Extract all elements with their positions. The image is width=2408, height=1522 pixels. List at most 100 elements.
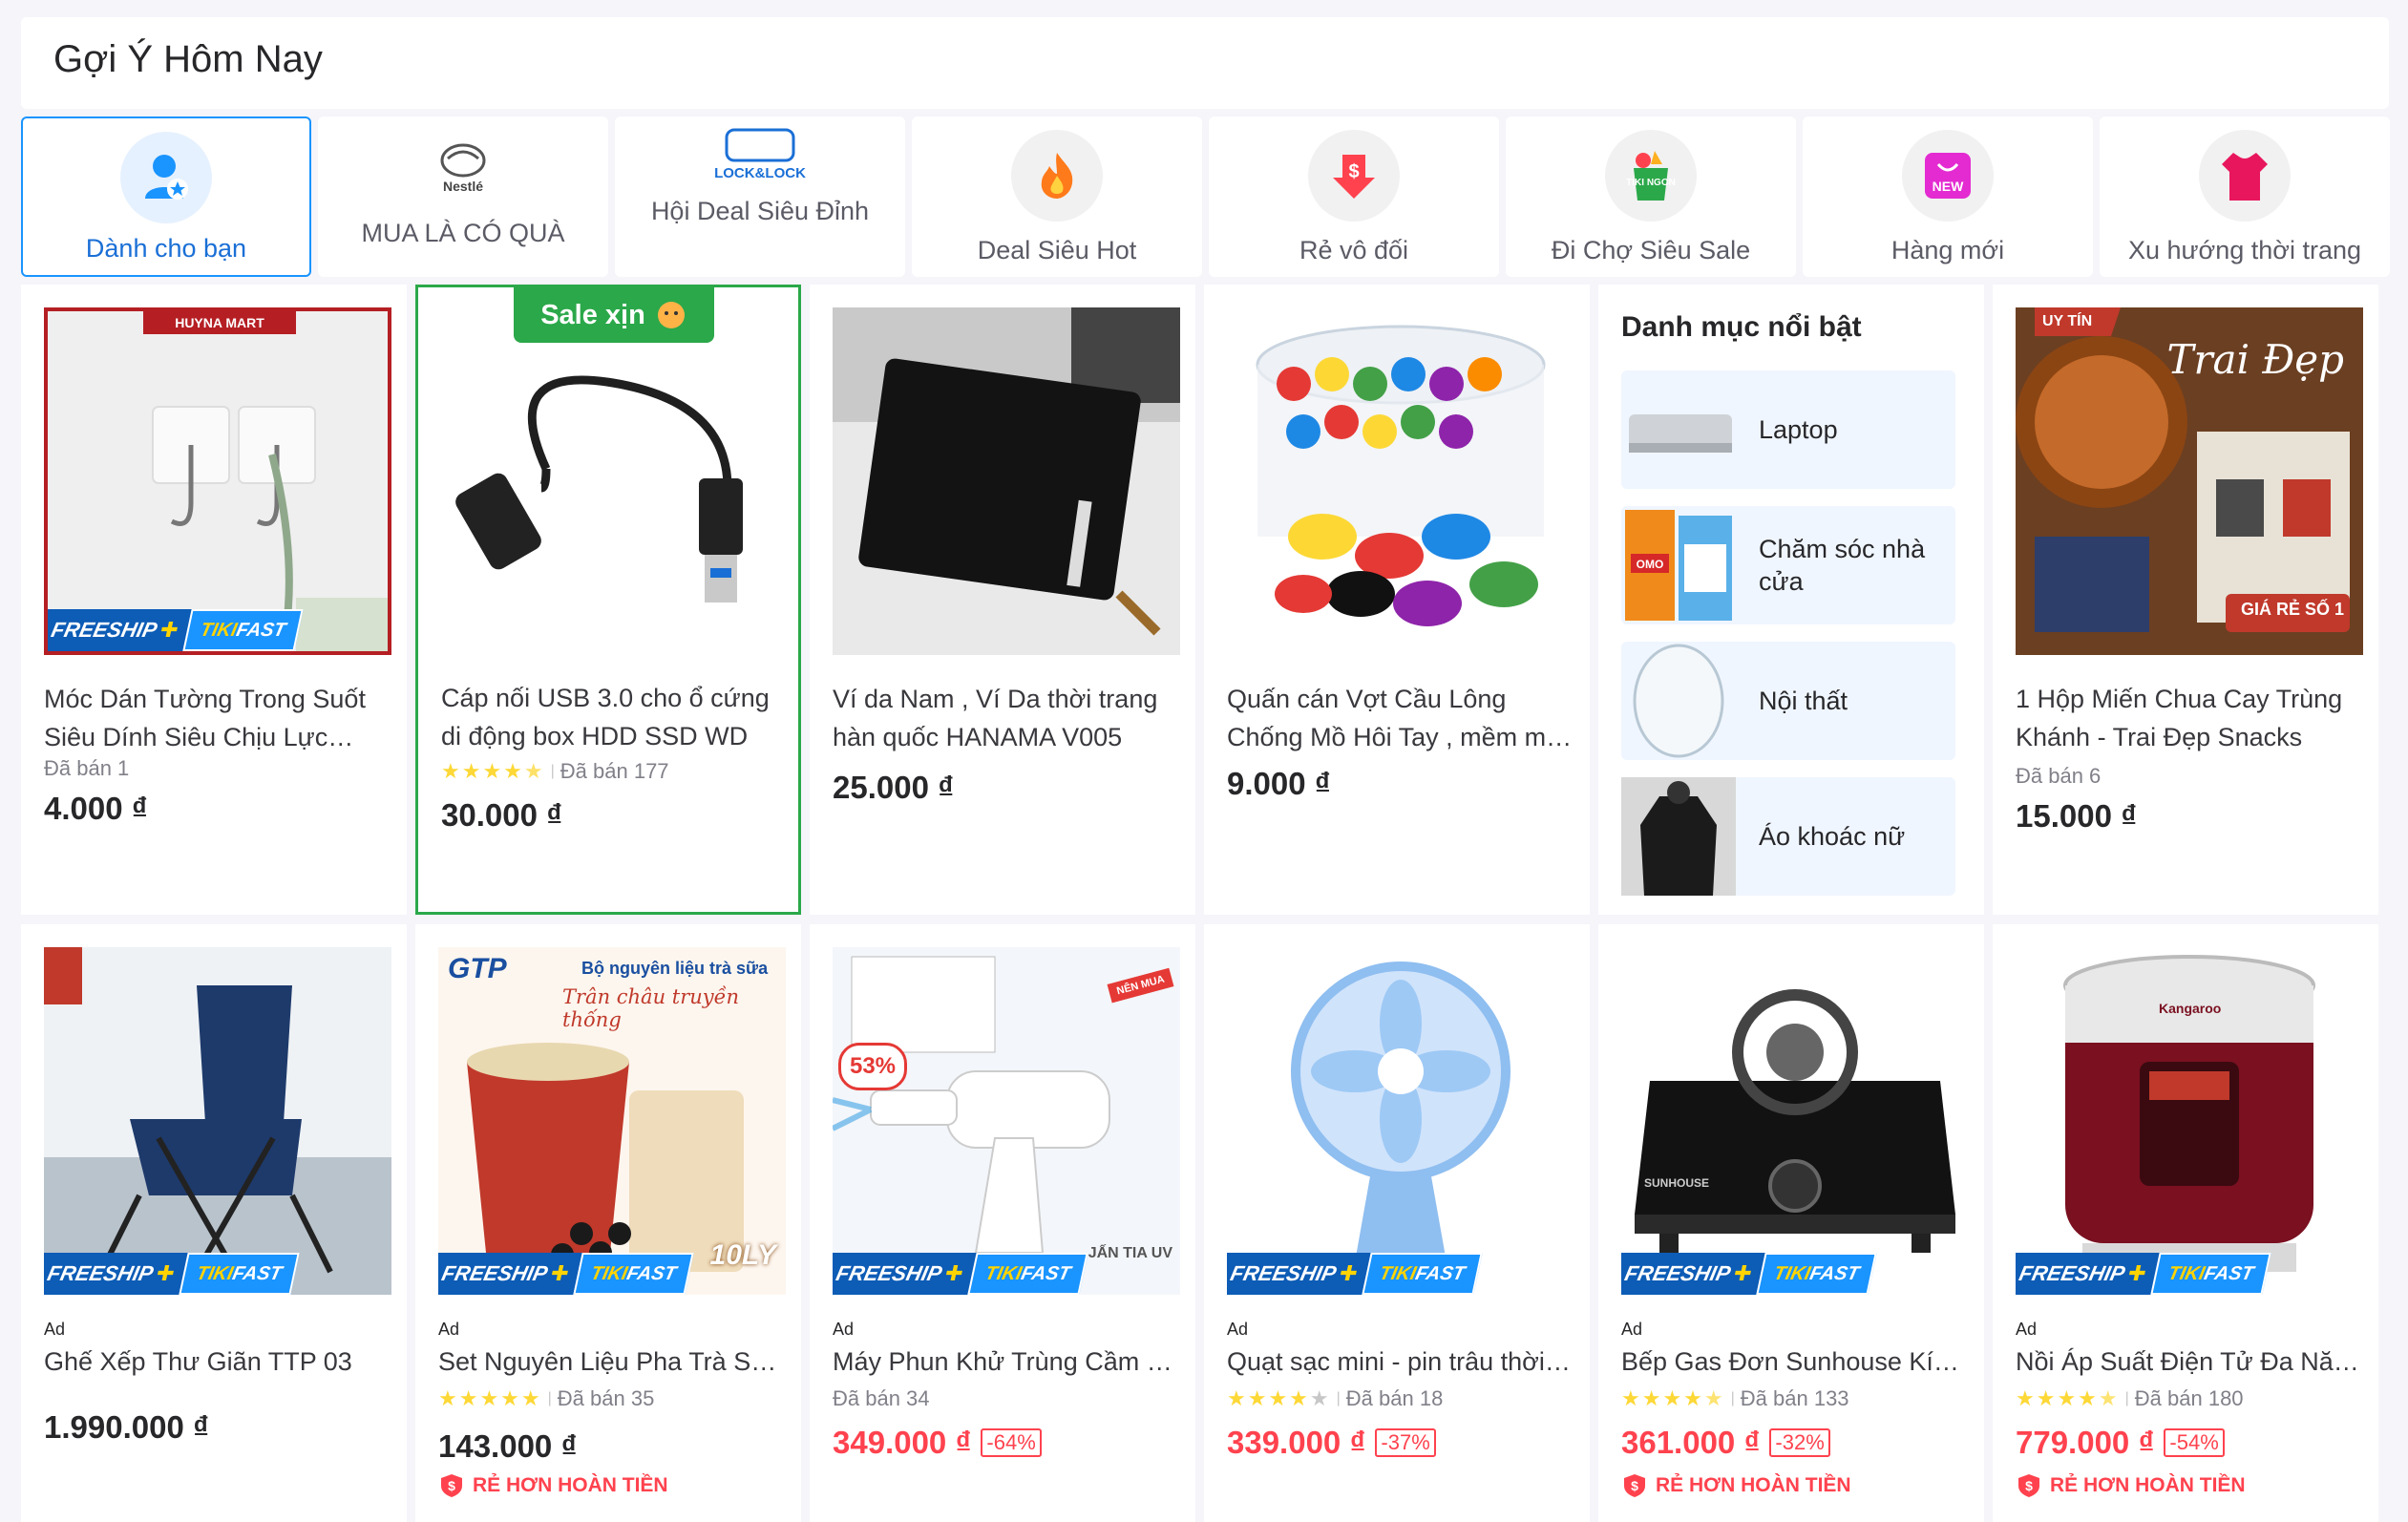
guarantee-badge: $ RẺ HƠN HOÀN TIỀN [2016, 1472, 2246, 1499]
freeship-badge: FREESHIP ✚ TIKI FAST [833, 1253, 1089, 1295]
tab-di-cho-sieu-sale[interactable]: TIKI NGON Đi Chợ Siêu Sale [1506, 116, 1796, 277]
fire-icon [1011, 130, 1103, 222]
freeship-badge: FREESHIP ✚ TIKI FAST [1621, 1253, 1878, 1295]
product-price: 25.000 ₫ [833, 770, 955, 805]
product-name: Bếp Gas Đơn Sunhouse Kính Cường Lực [1621, 1347, 1969, 1376]
product-card[interactable]: FREESHIP ✚ TIKI FAST Ad Quạt sạc mini - pi… [1204, 924, 1590, 1522]
tab-label: Hàng mới [1890, 236, 2005, 264]
product-image: FREESHIP ✚ TIKI FAST [1227, 947, 1574, 1295]
grocery-bag-icon: TIKI NGON [1605, 130, 1697, 222]
product-price: 30.000 ₫ [441, 797, 563, 833]
tab-label: MUA LÀ CÓ QUÀ [361, 219, 565, 247]
mascot-icon [657, 302, 685, 328]
product-image [833, 307, 1180, 655]
product-image [441, 345, 789, 650]
tab-re-vo-doi[interactable]: $ Rẻ vô đối [1209, 116, 1499, 277]
tab-hoi-deal-sieu-dinh[interactable]: LOCK&LOCK Hội Deal Siêu Đỉnh [615, 116, 905, 277]
product-name: Set Nguyên Liệu Pha Trà Sữa Trân Châu [438, 1347, 786, 1376]
product-name: Nồi Áp Suất Điện Tử Đa Năng Kangaroo [2016, 1347, 2363, 1376]
section-title: Gợi Ý Hôm Nay [53, 38, 323, 80]
product-name: Cáp nối USB 3.0 cho ổ cứng di động box H… [441, 684, 770, 750]
category-item-noi-that[interactable]: Nội thất [1621, 642, 1955, 760]
svg-text:Nestlé: Nestlé [443, 179, 483, 194]
discount-badge: -37% [1375, 1428, 1436, 1457]
product-name: Ghế Xếp Thư Giãn TTP 03 [44, 1347, 352, 1376]
product-price: 339.000 ₫ [1227, 1425, 1366, 1460]
category-image [1621, 777, 1736, 896]
rating-stars: ★★★★★ [1621, 1386, 1725, 1410]
product-image: Kangaroo FREESHIP ✚ TIKI FAST [2016, 947, 2363, 1295]
person-star-icon [120, 132, 212, 223]
svg-text:TIKI NGON: TIKI NGON [1626, 178, 1676, 188]
tab-xu-huong-thoi-trang[interactable]: Xu hướng thời trang [2100, 116, 2390, 277]
product-name: Quạt sạc mini - pin trâu thời trang [1227, 1347, 1574, 1376]
rating-row: ★★★★★ | Đã bán 177 [441, 759, 669, 783]
nestle-logo: Nestlé [434, 137, 492, 200]
category-label: Chăm sóc nhà cửa [1759, 535, 1926, 596]
freeship-badge: FREESHIP ✚ TIKI FAST [44, 1253, 301, 1295]
product-price: 1.990.000 ₫ [44, 1409, 209, 1445]
rating-row: ★★★★★ | Đã bán 133 [1621, 1386, 1849, 1410]
sold-count: Đã bán 180 [2134, 1386, 2244, 1410]
product-card[interactable]: SUNHOUSE FREESHIP ✚ TIKI FAST Ad Bếp Gas Đ… [1598, 924, 1984, 1522]
sold-count: Đã bán 35 [557, 1386, 655, 1410]
shirt-icon [2199, 130, 2291, 222]
product-card[interactable]: Kangaroo FREESHIP ✚ TIKI FAST Ad Nồi Áp Su… [1993, 924, 2378, 1522]
category-item-ao-khoac-nu[interactable]: Áo khoác nữ [1621, 777, 1955, 896]
product-card[interactable]: GTP Bộ nguyên liệu trà sữa Trân châu tru… [415, 924, 801, 1522]
tab-label: Hội Deal Siêu Đỉnh [650, 197, 870, 225]
product-card-featured[interactable]: Sale xịn Cáp nối USB 3.0 cho ổ cứng di đ… [415, 285, 801, 915]
product-name: 1 Hộp Miến Chua Cay Trùng Khánh - Trai Đ… [2016, 685, 2343, 751]
featured-categories-panel: Danh mục nổi bật Laptop OMO Chăm sóc nhà… [1598, 285, 1984, 915]
shield-dollar-icon: $ [1624, 1474, 1645, 1497]
sale-xin-badge: Sale xịn [514, 287, 714, 343]
category-item-cham-soc-nha-cua[interactable]: OMO Chăm sóc nhà cửa [1621, 506, 1955, 624]
product-name: Máy Phun Khử Trùng Cầm Ứng Tia UV [833, 1347, 1180, 1376]
category-image: OMO [1621, 506, 1736, 624]
svg-text:OMO: OMO [1637, 558, 1664, 571]
product-price: 15.000 ₫ [2016, 798, 2138, 834]
shield-dollar-icon: $ [2018, 1474, 2039, 1497]
section-header: Gợi Ý Hôm Nay [21, 17, 2389, 109]
sold-count: Đã bán 177 [560, 759, 669, 783]
rating-row: ★★★★★ | Đã bán 18 [1227, 1386, 1444, 1410]
category-item-laptop[interactable]: Laptop [1621, 370, 1955, 489]
guarantee-badge: $ RẺ HƠN HOÀN TIỀN [1621, 1472, 1851, 1499]
freeship-badge: FREESHIP ✚ TIKI FAST [2016, 1253, 2272, 1295]
product-card[interactable]: FREESHIP ✚ TIKI FAST Ad Ghế Xếp Thư Giãn T… [21, 924, 407, 1522]
svg-text:$: $ [448, 1478, 455, 1493]
ad-label: Ad [1621, 1320, 1643, 1339]
tab-label: Xu hướng thời trang [2127, 236, 2362, 264]
discount-badge: -64% [981, 1428, 1042, 1457]
ad-label: Ad [1227, 1320, 1249, 1339]
product-card[interactable]: Quấn cán Vợt Cầu Lông Chống Mồ Hôi Tay ,… [1204, 285, 1590, 915]
discount-badge: -32% [1769, 1428, 1830, 1457]
ad-label: Ad [438, 1320, 460, 1339]
product-price: 361.000 ₫ [1621, 1425, 1761, 1460]
freeship-badge: FREESHIP ✚ TIKI FAST [48, 609, 305, 651]
guarantee-badge: $ RẺ HƠN HOÀN TIỀN [438, 1472, 668, 1499]
product-image: GTP Bộ nguyên liệu trà sữa Trân châu tru… [438, 947, 786, 1295]
svg-text:$: $ [1631, 1478, 1638, 1493]
ad-label: Ad [2016, 1320, 2038, 1339]
tab-deal-sieu-hot[interactable]: Deal Siêu Hot [912, 116, 1202, 277]
svg-text:NEW: NEW [1933, 179, 1964, 194]
rating-stars: ★★★★★ [1227, 1386, 1331, 1410]
product-image [1227, 307, 1574, 655]
ad-label: Ad [833, 1320, 855, 1339]
category-image [1621, 642, 1736, 760]
product-card[interactable]: 53% NÊN MUA JẤN TIA UV FREESHIP ✚ TIKI FAS… [810, 924, 1195, 1522]
svg-text:$: $ [1348, 161, 1359, 182]
sold-count: Đã bán 18 [1345, 1386, 1444, 1410]
tab-danh-cho-ban[interactable]: Dành cho bạn [21, 116, 311, 277]
tab-hang-moi[interactable]: NEW Hàng mới [1803, 116, 2093, 277]
category-label: Laptop [1759, 415, 1838, 444]
product-image: FREESHIP ✚ TIKI FAST [44, 947, 391, 1295]
product-card[interactable]: UY TÍN Trai Đẹp GIÁ RẺ SỐ 1 1 Hộp Miến C… [1993, 285, 2378, 915]
product-price: 9.000 ₫ [1227, 766, 1331, 801]
product-card[interactable]: Ví da Nam , Ví Da thời trang hàn quốc HA… [810, 285, 1195, 915]
product-card[interactable]: HUYNA MART FREESHIP ✚ TIKI FAST Móc Dán Tư… [21, 285, 407, 915]
tab-label: Dành cho bạn [85, 234, 247, 263]
tab-mua-la-co-qua[interactable]: Nestlé MUA LÀ CÓ QUÀ [318, 116, 608, 277]
rating-stars: ★★★★★ [2016, 1386, 2120, 1410]
